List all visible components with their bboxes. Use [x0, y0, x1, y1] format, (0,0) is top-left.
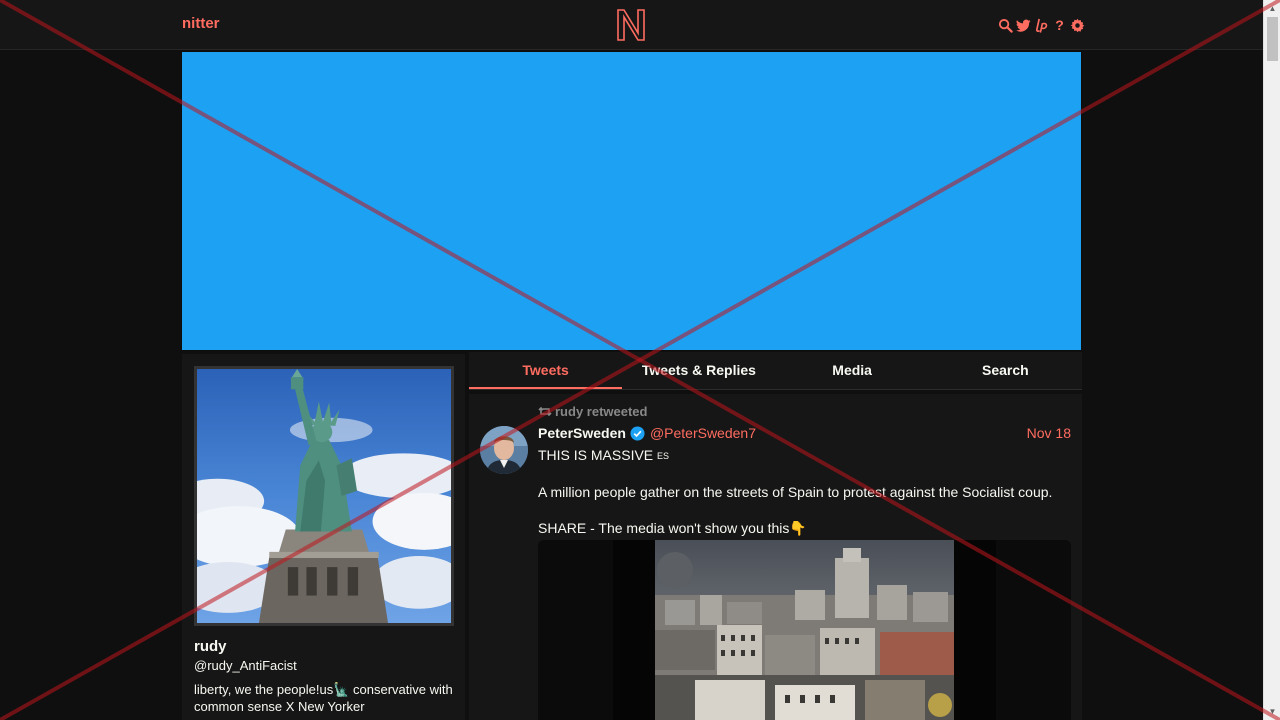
- profile-fullname[interactable]: rudy: [194, 638, 227, 655]
- spain-flag-icon: ES: [657, 451, 670, 461]
- tweet-header: PeterSweden @PeterSweden7 Nov 18: [538, 424, 1071, 442]
- twitter-bird-icon[interactable]: [1016, 18, 1031, 33]
- profile-bio: liberty, we the people!us🗽 conservative …: [194, 682, 453, 714]
- profile-card: rudy @rudy_AntiFacist liberty, we the pe…: [182, 354, 465, 720]
- tweet-content: THIS IS MASSIVE ES A million people gath…: [538, 446, 1071, 537]
- profile-banner[interactable]: [181, 51, 1082, 351]
- nitter-home-link[interactable]: nitter: [182, 15, 220, 32]
- verified-badge-icon: [630, 425, 645, 441]
- page-scrollbar[interactable]: ▲ ▼: [1263, 0, 1280, 720]
- tab-media[interactable]: Media: [776, 352, 929, 389]
- settings-gear-icon[interactable]: [1070, 18, 1085, 33]
- timeline-tabs: Tweets Tweets & Replies Media Search: [469, 352, 1082, 390]
- tweet-line-3: SHARE - The media won't show you this👇: [538, 520, 807, 536]
- retweet-label[interactable]: rudy retweeted: [555, 404, 647, 419]
- scrollbar-thumb[interactable]: [1267, 17, 1278, 61]
- tweet-author-username[interactable]: @PeterSweden7: [650, 425, 756, 441]
- tweet-line-1-text: THIS IS MASSIVE: [538, 447, 658, 463]
- liberapay-icon[interactable]: [1034, 18, 1049, 33]
- tab-search[interactable]: Search: [929, 352, 1082, 389]
- search-icon[interactable]: [998, 18, 1013, 33]
- tweet-line-1: THIS IS MASSIVE ES: [538, 446, 1071, 465]
- tweet-author-avatar[interactable]: [480, 426, 528, 474]
- tweet-line-2: A million people gather on the streets o…: [538, 484, 1053, 500]
- tweet-date[interactable]: Nov 18: [1027, 425, 1071, 441]
- tweet-media-attachment[interactable]: [538, 540, 1071, 720]
- nitter-logo-icon[interactable]: [616, 9, 646, 41]
- scroll-up-arrow-icon[interactable]: ▲: [1264, 0, 1280, 17]
- tab-tweets[interactable]: Tweets: [469, 352, 623, 389]
- top-navbar: nitter ?: [0, 0, 1263, 50]
- tweet-media-image[interactable]: [655, 540, 954, 720]
- tweet-author-name[interactable]: PeterSweden: [538, 425, 626, 441]
- retweet-icon: [538, 406, 552, 417]
- retweet-header: rudy retweeted: [538, 404, 647, 419]
- scroll-down-arrow-icon[interactable]: ▼: [1264, 703, 1280, 720]
- timeline: Tweets Tweets & Replies Media Search rud…: [469, 352, 1082, 720]
- profile-avatar-image[interactable]: [194, 366, 454, 626]
- tab-tweets-and-replies[interactable]: Tweets & Replies: [622, 352, 775, 389]
- nav-icon-group: ?: [998, 16, 1085, 34]
- help-icon[interactable]: ?: [1052, 17, 1067, 33]
- tweet-item[interactable]: rudy retweeted PeterSweden @PeterSweden7…: [469, 394, 1082, 720]
- profile-username[interactable]: @rudy_AntiFacist: [194, 658, 297, 673]
